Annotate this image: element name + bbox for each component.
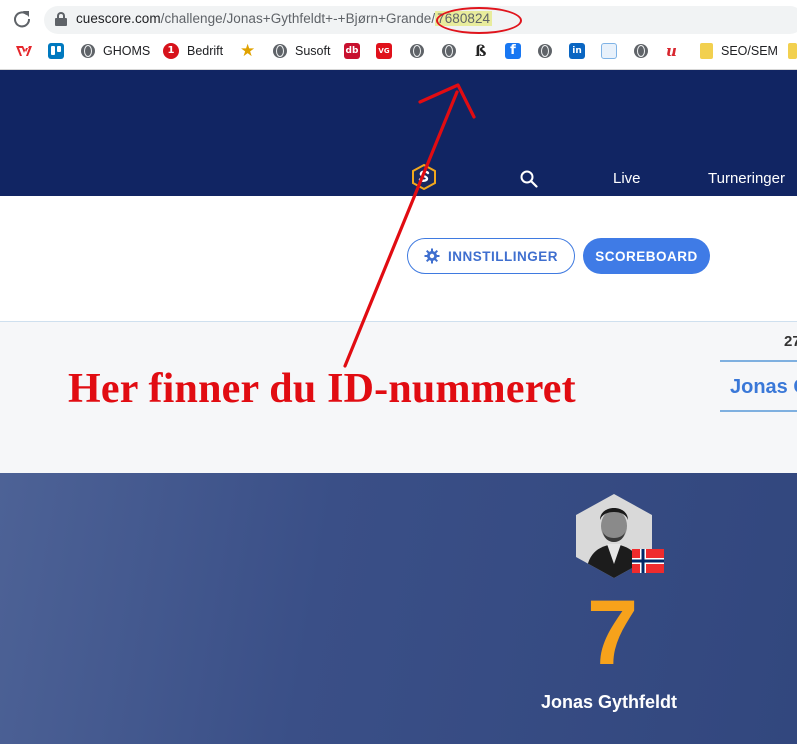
globe-icon	[81, 44, 95, 58]
bookmark-susoft[interactable]: Susoft	[273, 41, 330, 61]
bookmark-db[interactable]: db	[344, 41, 360, 61]
bookmark-linkedin[interactable]: in	[569, 41, 585, 61]
globe-icon	[538, 44, 552, 58]
facebook-icon: f	[505, 43, 521, 59]
linkedin-icon: in	[569, 43, 585, 59]
bookmark-label: SEO/SEM	[721, 44, 778, 58]
gear-icon	[424, 248, 440, 264]
site-header	[0, 70, 797, 196]
lock-icon[interactable]	[55, 12, 67, 26]
db-icon: db	[344, 43, 360, 59]
bookmark-overflow[interactable]	[788, 41, 797, 61]
bookmark-seo-sem[interactable]: SEO/SEM	[700, 41, 778, 61]
vg-icon: VG	[376, 43, 392, 59]
bookmark-label: GHOMS	[103, 44, 151, 58]
nav-tournaments[interactable]: Turneringer	[708, 170, 785, 187]
globe-icon	[442, 44, 456, 58]
gothic-letter-icon: ß	[475, 42, 487, 60]
bookmark-globe-1[interactable]	[410, 41, 424, 61]
bookmark-label: Bedrift	[187, 44, 224, 58]
url-host: cuescore.com	[76, 11, 161, 26]
norway-flag-icon	[632, 549, 664, 573]
id-highlight-circle	[436, 7, 522, 34]
number-one-icon: 1	[163, 43, 179, 59]
bookmark-u[interactable]: u	[666, 41, 677, 61]
scoreboard-panel	[0, 473, 797, 744]
u-icon: u	[666, 42, 677, 60]
bookmark-label: Susoft	[295, 44, 331, 58]
player-tab-name[interactable]: Jonas G	[730, 376, 797, 399]
bookmark-facebook[interactable]: f	[505, 41, 521, 61]
bookmark-globe-4[interactable]	[634, 41, 648, 61]
reload-icon[interactable]	[12, 9, 32, 29]
url-text[interactable]: cuescore.com/challenge/Jonas+Gythfeldt+-…	[76, 11, 493, 26]
bookmark-bedrift[interactable]: 1 Bedrift	[163, 41, 223, 61]
bookmark-vivaldi[interactable]	[15, 41, 33, 61]
calendar-icon	[601, 43, 617, 59]
match-date-fragment: 27	[784, 333, 797, 350]
url-path: /challenge/Jonas+Gythfeldt+-+Bjørn+Grand…	[160, 11, 436, 26]
bookmarks-bar: GHOMS 1 Bedrift ★ Susoft db VG ß f in u …	[0, 38, 797, 64]
globe-icon	[410, 44, 424, 58]
bookmark-gothic[interactable]: ß	[475, 41, 486, 61]
scoreboard-button-label: SCOREBOARD	[595, 248, 698, 264]
bookmark-trello[interactable]	[48, 41, 64, 61]
bookmark-calendar[interactable]	[601, 41, 617, 61]
settings-button[interactable]: INNSTILLINGER	[407, 238, 575, 274]
browser-chrome: cuescore.com/challenge/Jonas+Gythfeldt+-…	[0, 0, 797, 70]
bookmark-globe-3[interactable]	[538, 41, 552, 61]
folder-icon	[788, 43, 797, 59]
search-icon[interactable]	[520, 170, 538, 188]
vivaldi-icon	[16, 46, 32, 56]
star-icon: ★	[240, 41, 256, 60]
cuescore-logo-icon[interactable]	[411, 164, 437, 190]
bookmark-globe-2[interactable]	[442, 41, 456, 61]
globe-icon	[634, 44, 648, 58]
globe-icon	[273, 44, 287, 58]
bookmark-vg[interactable]: VG	[376, 41, 392, 61]
trello-icon	[48, 43, 64, 59]
scoreboard-button[interactable]: SCOREBOARD	[583, 238, 710, 274]
player-name[interactable]: Jonas Gythfeldt	[541, 692, 677, 713]
settings-button-label: INNSTILLINGER	[448, 248, 558, 264]
player-score: 7	[587, 582, 639, 684]
nav-live[interactable]: Live	[613, 170, 641, 187]
annotation-text: Her finner du ID-nummeret	[68, 366, 576, 412]
bookmark-ghoms[interactable]: GHOMS	[81, 41, 150, 61]
bookmark-star[interactable]: ★	[240, 41, 255, 61]
folder-icon	[700, 43, 713, 59]
